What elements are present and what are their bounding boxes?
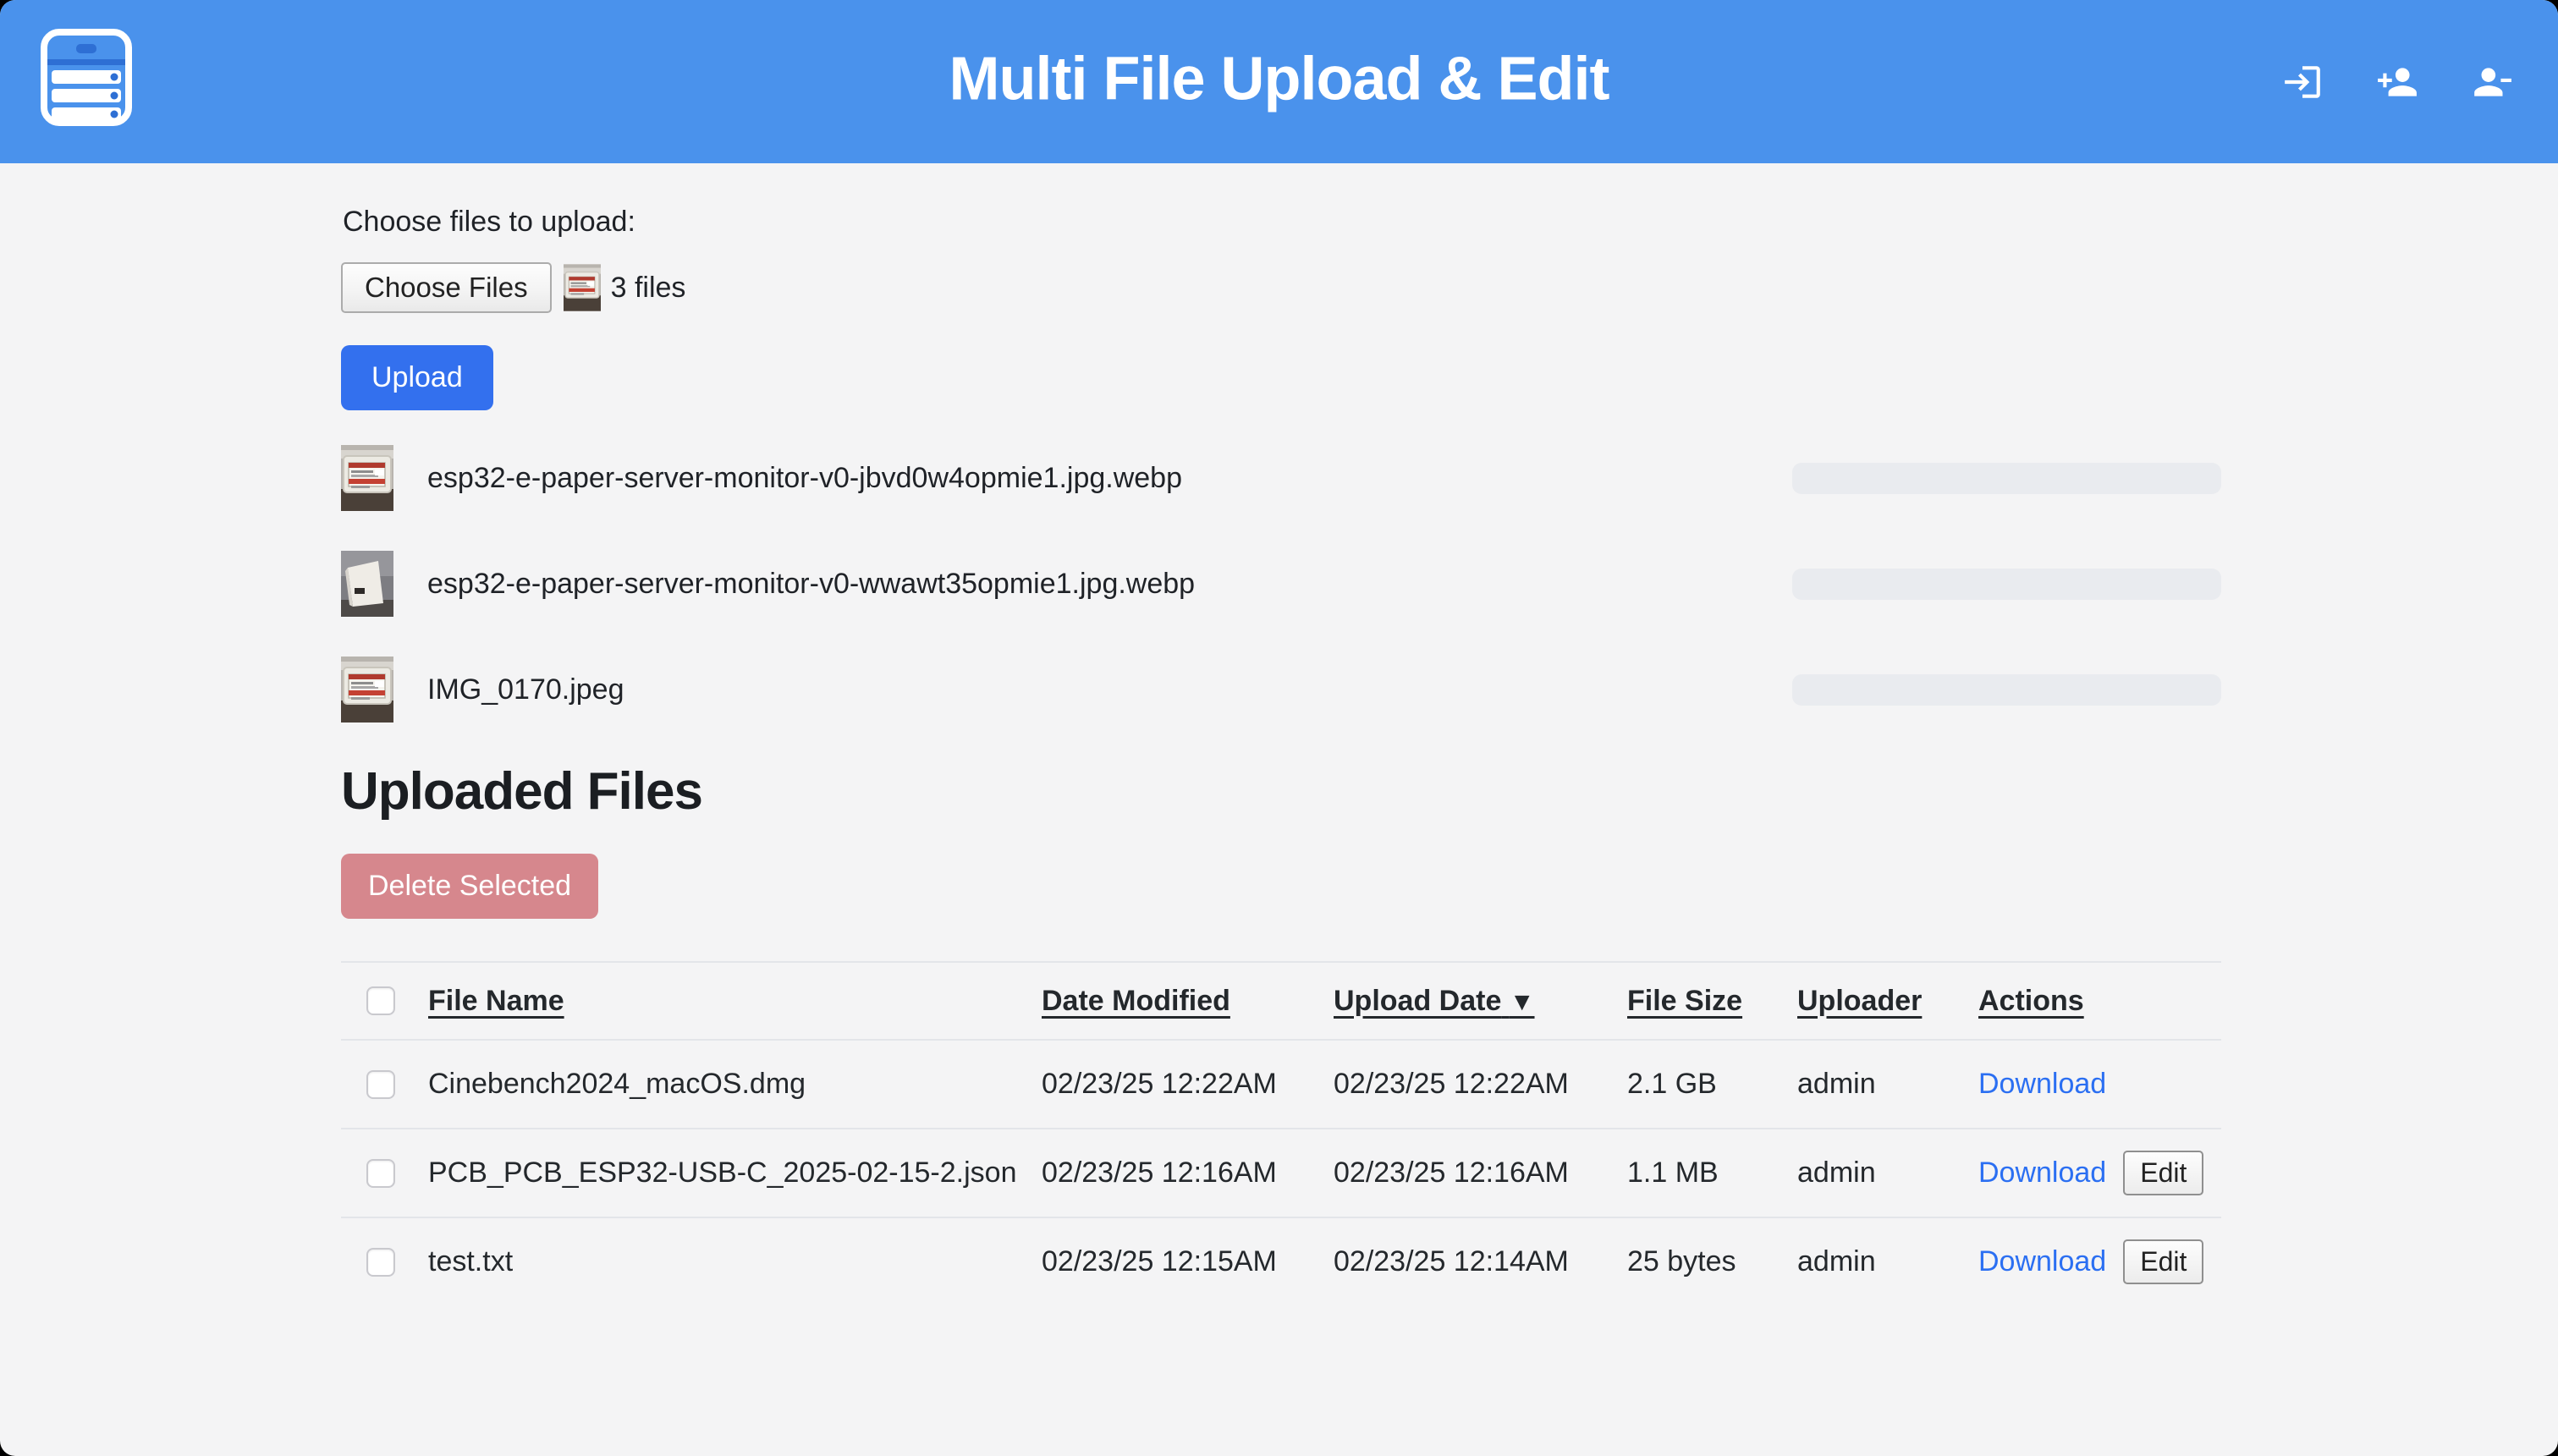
- row-checkbox[interactable]: [366, 1070, 395, 1099]
- download-link[interactable]: Download: [1978, 1245, 2106, 1278]
- table-body: Cinebench2024_macOS.dmg 02/23/25 12:22AM…: [341, 1041, 2221, 1305]
- column-header-file-name[interactable]: File Name: [415, 985, 1042, 1018]
- cell-uploader: admin: [1797, 1157, 1978, 1190]
- cell-file-name: Cinebench2024_macOS.dmg: [415, 1068, 1042, 1101]
- cell-uploader: admin: [1797, 1245, 1978, 1278]
- column-header-date-modified[interactable]: Date Modified: [1042, 985, 1334, 1018]
- header-actions: [2281, 61, 2513, 103]
- progress-bar: [1792, 674, 2221, 706]
- table-row: PCB_PCB_ESP32-USB-C_2025-02-15-2.json 02…: [341, 1129, 2221, 1218]
- cell-date-modified: 02/23/25 12:16AM: [1042, 1157, 1334, 1190]
- cell-upload-date: 02/23/25 12:14AM: [1334, 1245, 1627, 1278]
- edit-button[interactable]: Edit: [2123, 1151, 2203, 1195]
- cell-date-modified: 02/23/25 12:15AM: [1042, 1245, 1334, 1278]
- cell-file-name: PCB_PCB_ESP32-USB-C_2025-02-15-2.json: [415, 1157, 1042, 1190]
- uploaded-files-heading: Uploaded Files: [341, 761, 2221, 821]
- download-link[interactable]: Download: [1978, 1157, 2106, 1190]
- cell-upload-date: 02/23/25 12:22AM: [1334, 1068, 1627, 1101]
- edit-button[interactable]: Edit: [2123, 1239, 2203, 1284]
- login-icon[interactable]: [2281, 61, 2324, 103]
- app-window: Multi File Upload & Edit Choose files to…: [0, 0, 2558, 1456]
- pending-file-row: IMG_0170.jpeg: [341, 656, 2221, 723]
- cell-file-size: 1.1 MB: [1627, 1157, 1797, 1190]
- cell-upload-date: 02/23/25 12:16AM: [1334, 1157, 1627, 1190]
- column-header-file-size[interactable]: File Size: [1627, 985, 1797, 1018]
- table-row: Cinebench2024_macOS.dmg 02/23/25 12:22AM…: [341, 1041, 2221, 1129]
- cell-actions: Download: [1978, 1068, 2221, 1101]
- pending-file-row: esp32-e-paper-server-monitor-v0-wwawt35o…: [341, 550, 2221, 618]
- selected-files-count: 3 files: [611, 272, 686, 305]
- file-thumbnail: [341, 551, 393, 617]
- selected-files-thumbnail: [564, 263, 601, 312]
- file-input-row: Choose Files 3 files: [341, 262, 2221, 313]
- file-thumbnail: [341, 657, 393, 723]
- select-all-checkbox[interactable]: [366, 986, 395, 1015]
- cell-actions: Download Edit: [1978, 1239, 2221, 1284]
- progress-bar: [1792, 463, 2221, 494]
- table-header-row: File Name Date Modified Upload Date ▼ Fi…: [341, 963, 2221, 1041]
- upload-button[interactable]: Upload: [341, 345, 493, 410]
- file-thumbnail: [341, 445, 393, 511]
- page-title: Multi File Upload & Edit: [0, 44, 2558, 113]
- cell-date-modified: 02/23/25 12:22AM: [1042, 1068, 1334, 1101]
- column-header-actions[interactable]: Actions: [1978, 985, 2221, 1018]
- download-link[interactable]: Download: [1978, 1068, 2106, 1101]
- column-header-upload-date[interactable]: Upload Date ▼: [1334, 985, 1627, 1018]
- pending-file-name: IMG_0170.jpeg: [427, 673, 1792, 706]
- cell-file-size: 2.1 GB: [1627, 1068, 1797, 1101]
- uploaded-files-table: File Name Date Modified Upload Date ▼ Fi…: [341, 961, 2221, 1305]
- delete-selected-button[interactable]: Delete Selected: [341, 854, 598, 919]
- person-add-icon[interactable]: [2376, 61, 2418, 103]
- pending-file-name: esp32-e-paper-server-monitor-v0-jbvd0w4o…: [427, 462, 1792, 495]
- column-header-uploader[interactable]: Uploader: [1797, 985, 1978, 1018]
- pending-file-row: esp32-e-paper-server-monitor-v0-jbvd0w4o…: [341, 444, 2221, 512]
- choose-files-label: Choose files to upload:: [343, 206, 2221, 239]
- cell-uploader: admin: [1797, 1068, 1978, 1101]
- app-header: Multi File Upload & Edit: [0, 0, 2558, 163]
- cell-actions: Download Edit: [1978, 1151, 2221, 1195]
- pending-file-name: esp32-e-paper-server-monitor-v0-wwawt35o…: [427, 568, 1792, 601]
- table-row: test.txt 02/23/25 12:15AM 02/23/25 12:14…: [341, 1218, 2221, 1305]
- main-content: Choose files to upload: Choose Files: [341, 163, 2221, 1305]
- pending-upload-list: esp32-e-paper-server-monitor-v0-jbvd0w4o…: [341, 444, 2221, 723]
- person-remove-icon[interactable]: [2471, 61, 2513, 103]
- row-checkbox[interactable]: [366, 1248, 395, 1277]
- cell-file-size: 25 bytes: [1627, 1245, 1797, 1278]
- progress-bar: [1792, 569, 2221, 600]
- row-checkbox[interactable]: [366, 1159, 395, 1188]
- sort-desc-icon: ▼: [1510, 988, 1535, 1016]
- choose-files-button[interactable]: Choose Files: [341, 262, 552, 313]
- cell-file-name: test.txt: [415, 1245, 1042, 1278]
